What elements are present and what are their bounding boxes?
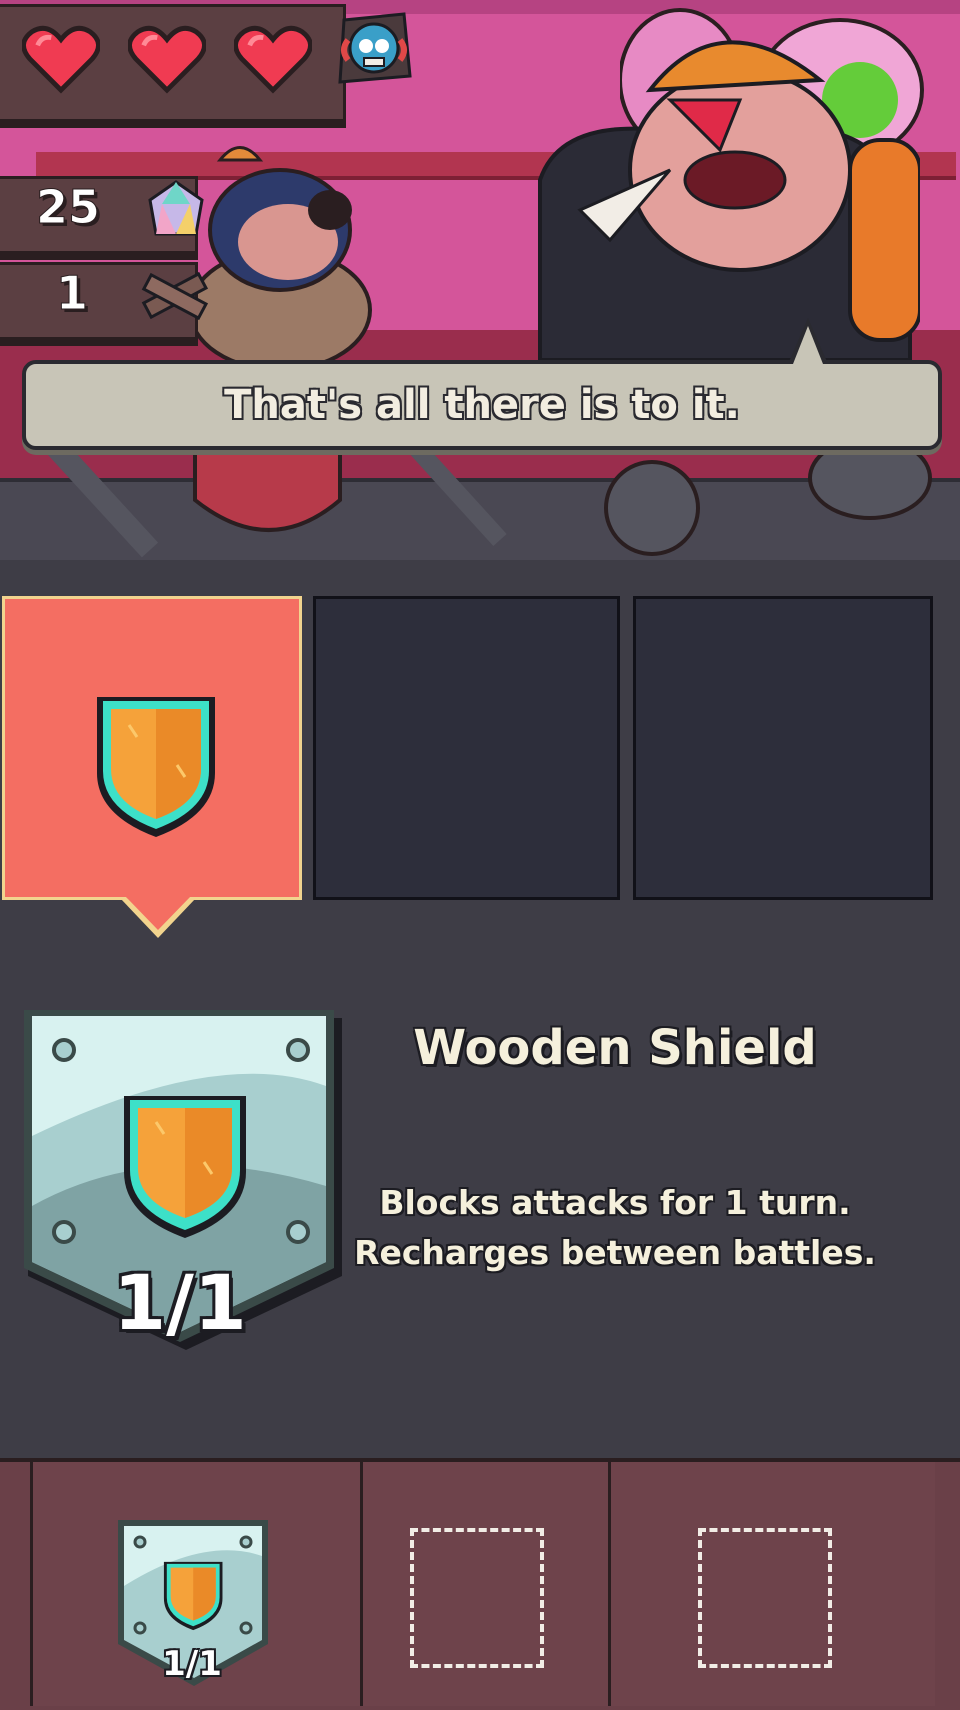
fish-portrait-icon[interactable] [334,10,414,86]
item-charges-large: 1/1 [113,1258,247,1347]
inventory-item-charges: 1/1 [162,1644,222,1684]
heart-icon [128,25,206,94]
crossed-planks-icon [141,271,209,321]
gem-icon [148,180,204,236]
inventory-empty-slot[interactable] [698,1528,832,1668]
speech-bubble-tail-fill [793,326,823,364]
item-slot-2-empty[interactable] [313,596,620,900]
item-description-line-1: Blocks attacks for 1 turn. [379,1183,851,1222]
item-description-line-2: Recharges between battles. [354,1233,876,1272]
item-name: Wooden Shield [413,1020,817,1076]
planks-count: 1 [55,266,89,321]
item-slot-3-empty[interactable] [633,596,933,900]
shop-scene: 25 1 That's all there is to it. [0,0,960,560]
heart-icon [22,25,100,94]
item-description: Blocks attacks for 1 turn. Recharges bet… [330,1178,900,1278]
sack-character [188,146,372,370]
speech-bubble[interactable]: That's all there is to it. [22,360,942,450]
shield-icon [97,697,215,837]
item-slot-1-selected[interactable] [2,596,302,900]
inventory-empty-slot[interactable] [410,1528,544,1668]
shopkeeper-character [538,40,920,360]
heart-icon [234,25,312,94]
gems-count: 25 [35,180,101,235]
dialogue-text: That's all there is to it. [224,382,740,428]
selected-slot-pointer-fill [125,896,191,930]
